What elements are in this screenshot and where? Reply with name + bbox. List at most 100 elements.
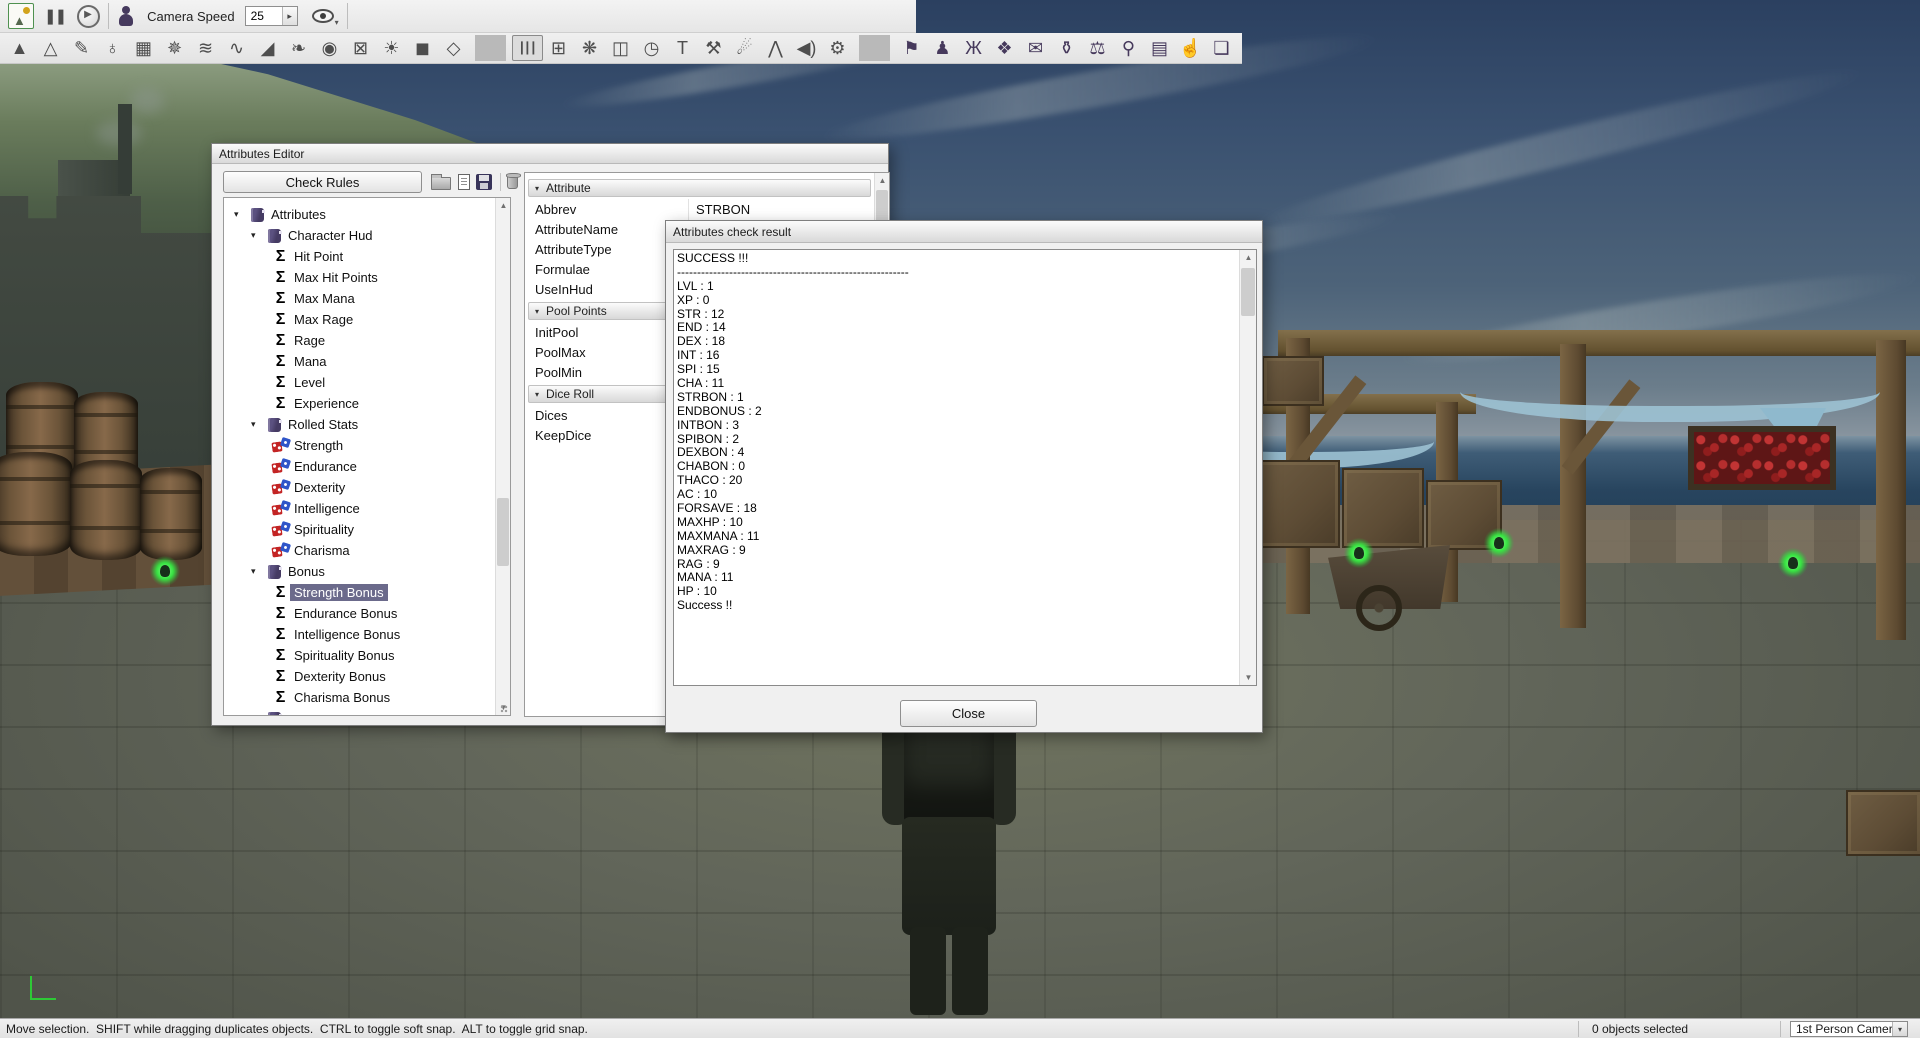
scroll-up-icon[interactable]: ▲ xyxy=(875,173,890,188)
result-scrollbar[interactable]: ▲ ▼ xyxy=(1239,250,1256,685)
tree-item[interactable]: Σ Max Mana xyxy=(224,288,495,309)
tree-item[interactable]: Σ Strength Bonus xyxy=(224,582,495,603)
play-icon[interactable] xyxy=(77,5,100,28)
tree-item[interactable]: Σ Spirituality Bonus xyxy=(224,645,495,666)
tree-item[interactable]: Σ Dexterity Bonus xyxy=(224,666,495,687)
chevron-down-icon[interactable]: ▾ xyxy=(335,18,339,27)
tree-item[interactable]: Endurance xyxy=(224,456,495,477)
flag-icon[interactable]: ⚑ xyxy=(896,35,927,61)
creature-icon[interactable]: Ж xyxy=(958,35,989,61)
wand-icon[interactable]: ☄ xyxy=(729,35,760,61)
solid-cube-icon[interactable]: ◼ xyxy=(407,35,438,61)
tree-item[interactable]: Strength xyxy=(224,435,495,456)
section-collapse-icon[interactable]: ▾ xyxy=(535,184,539,193)
person-pin-icon[interactable]: ⚲ xyxy=(1113,35,1144,61)
terrain-paint-icon[interactable]: ✎ xyxy=(66,35,97,61)
camera-mode-dropdown[interactable]: 1st Person Camera ▾ xyxy=(1790,1021,1908,1037)
delete-icon[interactable] xyxy=(507,175,518,189)
scroll-up-icon[interactable]: ▲ xyxy=(1240,250,1257,265)
terrain-globe-icon[interactable]: ♁ xyxy=(97,35,128,61)
person-icon[interactable]: ♟ xyxy=(927,35,958,61)
section-collapse-icon[interactable]: ▾ xyxy=(535,307,539,316)
terrain-mountain-icon[interactable]: △ xyxy=(35,35,66,61)
sliders-icon[interactable]: ☰ xyxy=(512,35,543,61)
panels-icon[interactable]: ❚❚ xyxy=(44,7,65,25)
save-icon[interactable] xyxy=(476,174,492,190)
separator[interactable] xyxy=(475,35,506,61)
axe-icon[interactable]: ⚒ xyxy=(698,35,729,61)
scales-icon[interactable]: ⚖ xyxy=(1082,35,1113,61)
transform-select-icon[interactable]: ⊠ xyxy=(345,35,376,61)
expander-arrow-icon[interactable]: ▾ xyxy=(251,419,265,430)
property-value[interactable]: STRBON xyxy=(688,199,874,219)
terrain-raise-icon[interactable]: ▲ xyxy=(4,35,35,61)
tree-item[interactable]: Σ Intelligence Bonus xyxy=(224,624,495,645)
speaker-icon[interactable]: ◀) xyxy=(791,35,822,61)
star-wheel-icon[interactable]: ❋ xyxy=(574,35,605,61)
gears-icon[interactable]: ⚙ xyxy=(822,35,853,61)
tree-scrollbar[interactable]: ▲ ▼ xyxy=(495,198,510,715)
chevron-down-icon[interactable]: ▾ xyxy=(1892,1022,1907,1036)
dialog-title[interactable]: Attributes check result xyxy=(666,221,1262,243)
scroll-thumb[interactable] xyxy=(497,498,509,566)
road-icon[interactable]: ∿ xyxy=(221,35,252,61)
tree-item[interactable]: Σ Endurance Bonus xyxy=(224,603,495,624)
close-button[interactable]: Close xyxy=(900,700,1037,727)
section-collapse-icon[interactable]: ▾ xyxy=(535,390,539,399)
expander-arrow-icon[interactable]: ▾ xyxy=(234,209,248,220)
sun-light-icon[interactable]: ☀ xyxy=(376,35,407,61)
scroll-thumb[interactable] xyxy=(1241,268,1255,316)
terrain-star-brush-icon[interactable]: ✵ xyxy=(159,35,190,61)
water-icon[interactable]: ≋ xyxy=(190,35,221,61)
separator[interactable] xyxy=(859,35,890,61)
tree-item[interactable]: ▾ Character Hud xyxy=(224,225,495,246)
open-folder-icon[interactable] xyxy=(431,177,451,190)
camera-speed-input[interactable] xyxy=(246,7,282,25)
tree-item[interactable]: ▾ Rolled Stats xyxy=(224,414,495,435)
visibility-eye-icon[interactable] xyxy=(312,9,334,23)
calendar-icon[interactable]: ▤ xyxy=(1144,35,1175,61)
tree-item[interactable]: ▾ Bonus xyxy=(224,561,495,582)
tree-item[interactable]: Intelligence xyxy=(224,498,495,519)
property-item[interactable]: ▾ Attribute xyxy=(528,179,871,197)
stopwatch-icon[interactable]: ◷ xyxy=(636,35,667,61)
book-icon[interactable]: ◫ xyxy=(605,35,636,61)
bag-icon[interactable]: ⚱ xyxy=(1051,35,1082,61)
terrain-stamp-icon[interactable]: ▦ xyxy=(128,35,159,61)
resize-grip[interactable] xyxy=(500,705,508,713)
tree-item[interactable]: Σ Experience xyxy=(224,393,495,414)
tree-item[interactable]: Σ Rage xyxy=(224,330,495,351)
pulse-icon[interactable]: ⋀ xyxy=(760,35,791,61)
shirt-icon[interactable]: T xyxy=(667,35,698,61)
scroll-up-icon[interactable]: ▲ xyxy=(496,198,511,213)
ramp-icon[interactable]: ◢ xyxy=(252,35,283,61)
node-graph-icon[interactable]: ❖ xyxy=(989,35,1020,61)
tree-item[interactable]: ▾ Attributes xyxy=(224,204,495,225)
tree-item[interactable]: Dexterity xyxy=(224,477,495,498)
compass-icon[interactable]: ◉ xyxy=(314,35,345,61)
expander-arrow-icon[interactable]: ▾ xyxy=(251,566,265,577)
tree-item[interactable]: Σ Hit Point xyxy=(224,246,495,267)
property-item[interactable]: Abbrev STRBON xyxy=(525,199,874,219)
tree-item[interactable]: Σ Level xyxy=(224,372,495,393)
tree-item[interactable]: Σ Max Hit Points xyxy=(224,267,495,288)
tree-item[interactable]: Σ Max Rage xyxy=(224,309,495,330)
wire-cube-icon[interactable]: ◇ xyxy=(438,35,469,61)
tree-item[interactable] xyxy=(224,708,495,715)
window-title[interactable]: Attributes Editor xyxy=(212,144,888,164)
table-grid-icon[interactable]: ⊞ xyxy=(543,35,574,61)
message-icon[interactable]: ✉ xyxy=(1020,35,1051,61)
script-window-icon[interactable]: ❏ xyxy=(1206,35,1237,61)
thumbs-up-icon[interactable]: ☝ xyxy=(1175,35,1206,61)
check-rules-button[interactable]: Check Rules xyxy=(223,171,422,193)
player-icon[interactable] xyxy=(117,5,135,27)
tree-item[interactable]: Spirituality xyxy=(224,519,495,540)
tree-item[interactable]: Charisma xyxy=(224,540,495,561)
scroll-down-icon[interactable]: ▼ xyxy=(1240,670,1257,685)
camera-speed-spinner[interactable]: ▸ xyxy=(282,7,297,25)
foliage-icon[interactable]: ❧ xyxy=(283,35,314,61)
expander-arrow-icon[interactable]: ▾ xyxy=(251,230,265,241)
tree-item[interactable]: Σ Mana xyxy=(224,351,495,372)
new-document-icon[interactable] xyxy=(458,174,470,190)
tree-item[interactable]: Σ Charisma Bonus xyxy=(224,687,495,708)
